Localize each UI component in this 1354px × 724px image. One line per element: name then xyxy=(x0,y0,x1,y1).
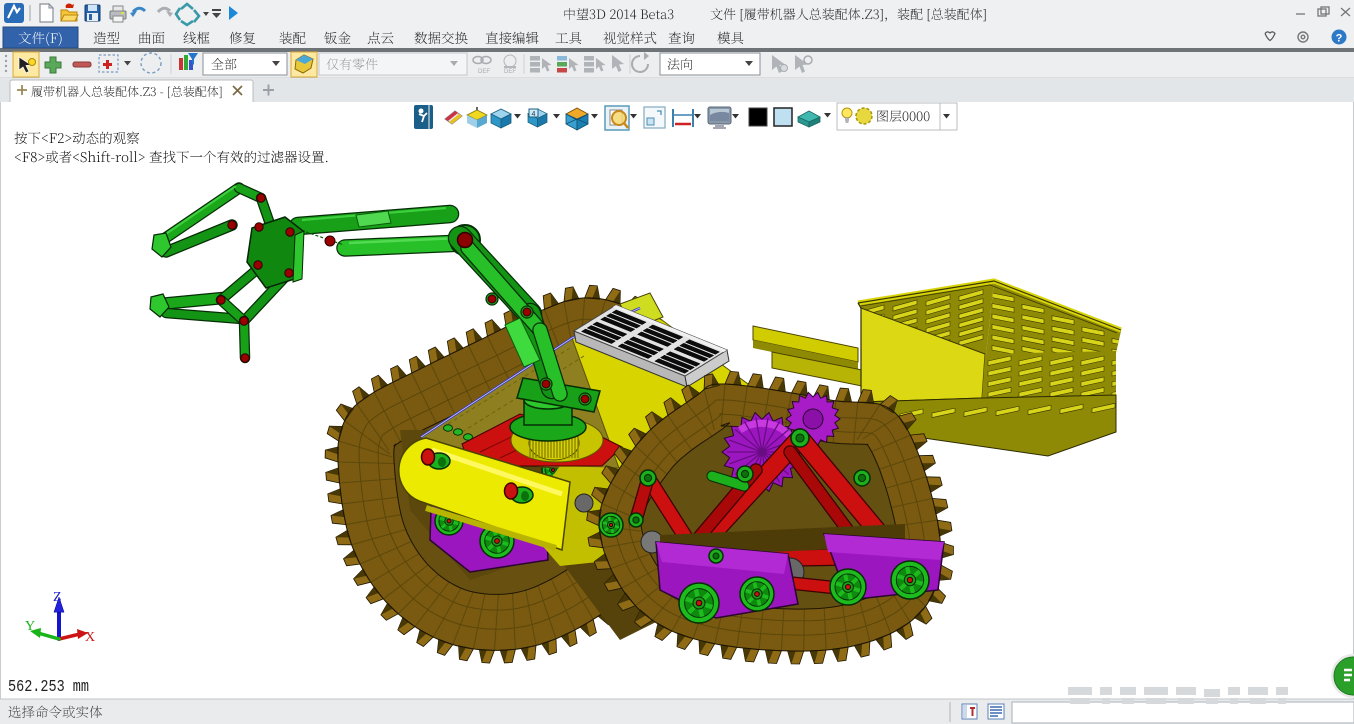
svg-text:Y: Y xyxy=(25,619,35,634)
svg-text:?: ? xyxy=(1336,33,1343,45)
svg-text:DEF: DEF xyxy=(478,69,490,75)
svg-text:DEF: DEF xyxy=(504,69,516,75)
svg-text:562.253 mm: 562.253 mm xyxy=(8,677,89,696)
svg-text:Z: Z xyxy=(53,590,62,605)
svg-text:X: X xyxy=(85,630,95,645)
svg-text:4: 4 xyxy=(532,111,536,118)
